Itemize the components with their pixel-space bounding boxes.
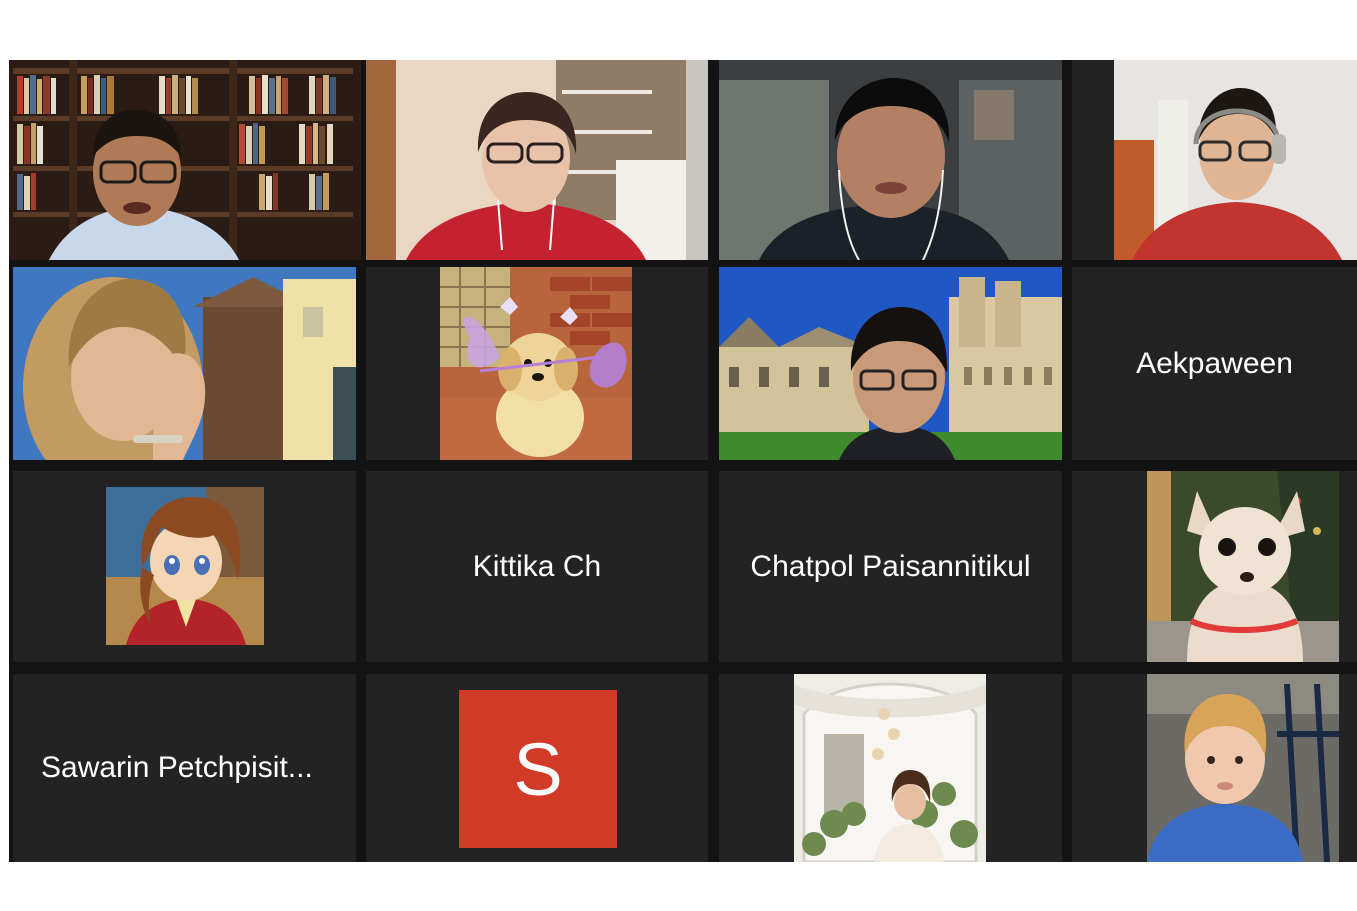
- participant-name: Aekpaween: [1136, 346, 1293, 380]
- name-tile[interactable]: Kittika Ch: [366, 471, 708, 662]
- participant-video: [366, 60, 708, 260]
- video-tile[interactable]: [13, 267, 356, 460]
- video-tile-profile-picture[interactable]: [1072, 471, 1357, 662]
- participant-name: Kittika Ch: [472, 549, 602, 583]
- participant-video: [13, 267, 356, 460]
- participant-video: [719, 267, 1062, 460]
- profile-picture: [1147, 674, 1339, 862]
- profile-picture: [794, 674, 986, 862]
- video-tile-profile-picture[interactable]: [13, 471, 356, 662]
- video-tile-profile-picture[interactable]: [366, 267, 708, 460]
- name-tile[interactable]: Chatpol Paisannitikul: [719, 471, 1062, 662]
- profile-picture: [106, 487, 264, 645]
- participant-name: Sawarin Petchpisit...: [41, 751, 313, 784]
- video-tile[interactable]: [719, 60, 1062, 260]
- participant-avatar: S: [459, 690, 617, 848]
- video-tile[interactable]: [719, 267, 1062, 460]
- participant-video: [719, 60, 1062, 260]
- profile-picture: [1147, 471, 1339, 662]
- profile-picture: [440, 267, 632, 460]
- participant-video: [1072, 60, 1357, 260]
- name-tile[interactable]: Sawarin Petchpisit...: [13, 674, 356, 862]
- participant-video: [9, 60, 361, 260]
- name-tile[interactable]: Aekpaween: [1072, 267, 1357, 460]
- video-tile-profile-picture[interactable]: [1072, 674, 1357, 862]
- participant-name: Chatpol Paisannitikul: [750, 549, 1031, 583]
- video-tile[interactable]: [366, 60, 708, 260]
- video-tile-profile-picture[interactable]: [719, 674, 1062, 862]
- video-tile[interactable]: [1072, 60, 1357, 260]
- gallery-view-grid: Aekpaween Kittika Ch Chatpol Paisannitik…: [9, 60, 1357, 862]
- video-tile-active-speaker[interactable]: [9, 60, 361, 260]
- avatar-tile[interactable]: S: [366, 674, 708, 862]
